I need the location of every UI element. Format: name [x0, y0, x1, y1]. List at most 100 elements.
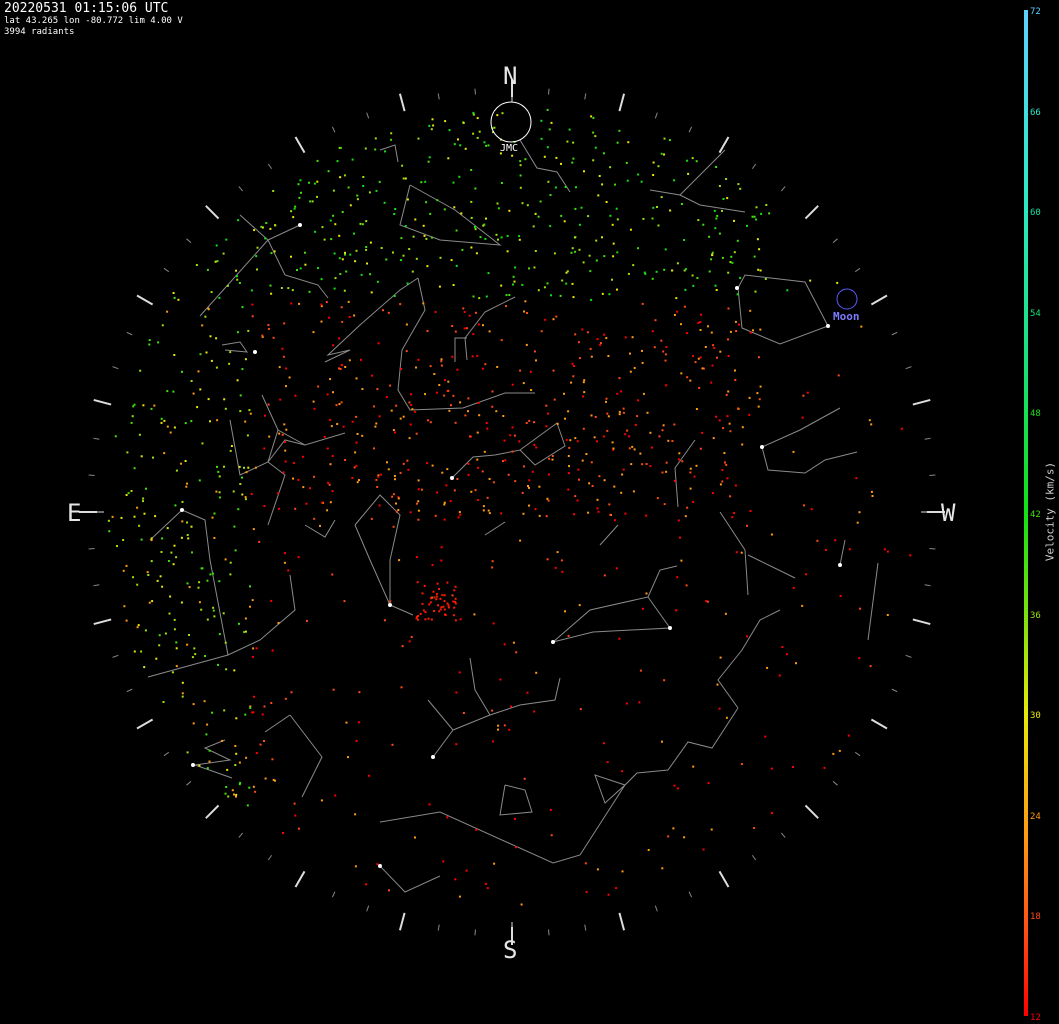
radiant-dot — [344, 251, 346, 254]
radiant-dot — [122, 539, 125, 541]
radiant-dot — [601, 236, 603, 239]
radiant-dot — [331, 455, 334, 457]
radiant-dot — [244, 496, 247, 499]
radiant-dot — [672, 827, 675, 830]
radiant-dot — [402, 177, 405, 180]
radiant-dot — [150, 407, 153, 410]
radiant-dot — [394, 208, 397, 210]
radiant-dot — [395, 502, 397, 505]
radiant-dot — [341, 320, 344, 323]
radiant-dot — [579, 708, 582, 711]
radiant-dot — [268, 435, 271, 438]
radiant-dot — [693, 475, 696, 478]
radiant-dot — [304, 263, 307, 266]
radiant-dot — [545, 404, 548, 407]
radiant-dot — [474, 187, 477, 190]
radiant-dot — [378, 504, 381, 507]
radiant-dot — [587, 215, 590, 218]
radiant-dot — [485, 217, 487, 220]
radiant-dot — [713, 346, 716, 349]
radiant-dot — [855, 477, 858, 480]
radiant-dot — [483, 223, 486, 226]
radiant-dot — [136, 506, 139, 509]
radiant-dot — [605, 397, 608, 400]
radiant-dot — [280, 287, 283, 289]
radiant-dot — [760, 212, 763, 215]
radiant-dot — [393, 475, 396, 477]
radiant-dot — [201, 324, 204, 327]
radiant-dot — [665, 470, 668, 473]
radiant-dot — [605, 400, 607, 403]
radiant-dot — [298, 302, 301, 305]
radiant-dot — [195, 264, 198, 266]
radiant-dot — [597, 194, 600, 197]
radiant-dot — [583, 170, 585, 173]
radiant-dot — [485, 422, 488, 424]
radiant-dot — [485, 144, 488, 147]
radiant-dot — [663, 153, 665, 156]
radiant-dot — [446, 468, 449, 471]
horizon-tick — [398, 912, 406, 931]
radiant-dot — [725, 716, 728, 719]
radiant-dot — [615, 567, 618, 570]
radiant-dot — [238, 761, 241, 764]
radiant-dot — [488, 478, 491, 480]
radiant-dot — [173, 628, 176, 631]
radiant-dot — [593, 436, 596, 439]
radiant-dot — [622, 468, 625, 471]
colorbar-tick-label: 36 — [1030, 610, 1041, 621]
radiant-dot — [233, 525, 236, 528]
radiant-dot — [416, 556, 418, 559]
radiant-dot — [302, 486, 305, 489]
radiant-dot — [443, 518, 446, 521]
radiant-dot — [443, 501, 446, 504]
radiant-dot — [686, 159, 689, 162]
radiant-dot — [447, 389, 450, 392]
radiant-dot — [603, 333, 606, 336]
radiant-dot — [707, 782, 710, 785]
radiant-dot — [484, 363, 487, 366]
radiant-dot — [323, 238, 326, 241]
radiant-dot — [332, 189, 335, 192]
radiant-dot — [652, 206, 655, 209]
radiant-dot — [400, 368, 403, 370]
radiant-dot — [399, 303, 402, 306]
radiant-dot — [858, 657, 861, 660]
horizon-tick — [331, 891, 336, 898]
radiant-dot — [652, 161, 655, 164]
radiant-dot — [218, 633, 221, 636]
radiant-dot — [595, 259, 598, 262]
radiant-dot — [443, 379, 446, 382]
radiant-dot — [553, 398, 556, 401]
radiant-dot — [234, 549, 237, 552]
radiant-dot — [438, 384, 441, 386]
constellation-line — [519, 139, 571, 193]
constellation-line — [379, 707, 739, 864]
radiant-dot — [572, 141, 575, 144]
radiant-dot — [551, 458, 554, 461]
radiant-dot — [409, 393, 412, 396]
radiant-dot — [487, 272, 490, 275]
radiant-dot — [247, 466, 250, 469]
radiant-dot — [546, 558, 549, 561]
radiant-dot — [595, 239, 598, 242]
radiant-dot — [148, 601, 151, 604]
radiant-dot — [231, 789, 234, 792]
radiant-dot — [759, 385, 762, 388]
radiant-dot — [663, 137, 666, 140]
radiant-dot — [599, 342, 602, 344]
radiant-dot — [443, 600, 446, 603]
radiant-dot — [246, 804, 249, 807]
radiant-dot — [116, 545, 118, 547]
radiant-dot — [565, 282, 568, 285]
radiant-dot — [725, 463, 728, 466]
radiant-dot — [546, 497, 549, 500]
radiant-dot — [196, 406, 199, 409]
radiant-dot — [477, 323, 480, 326]
radiant-dot — [301, 455, 304, 458]
radiant-dot — [601, 292, 604, 295]
radiant-dot — [414, 836, 416, 839]
radiant-dot — [440, 364, 443, 367]
radiant-dot — [719, 656, 722, 659]
radiant-dot — [568, 446, 571, 449]
